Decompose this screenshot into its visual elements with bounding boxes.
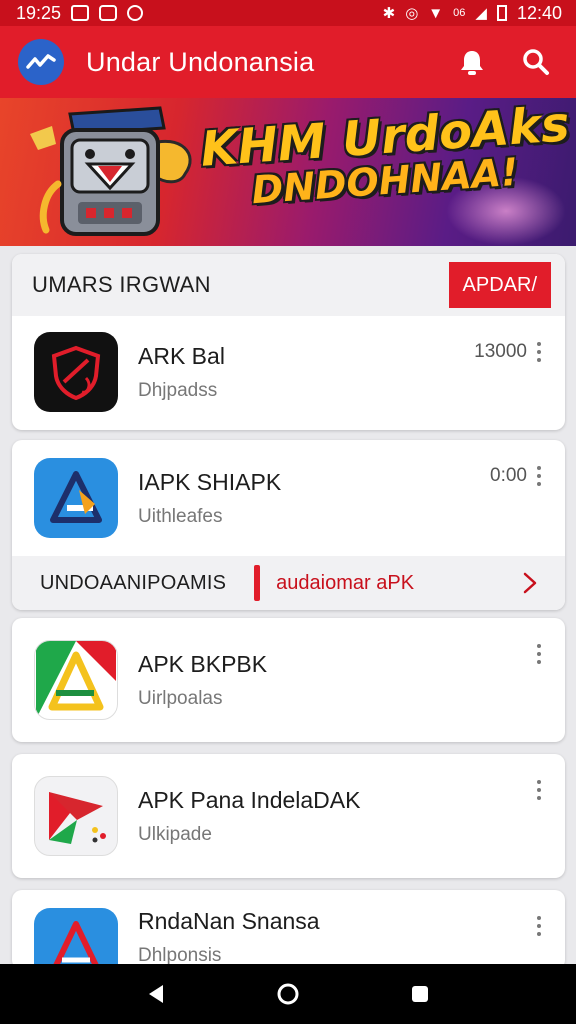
app-name: APK Pana IndelaDAK <box>138 786 361 813</box>
app-texts: APK BKPBK Uirlpoalas <box>138 651 543 710</box>
recents-square-icon <box>412 986 428 1002</box>
app-subtitle: Uirlpoalas <box>138 687 223 709</box>
vibrate-icon: ◎ <box>405 5 419 22</box>
signal-label: 06 <box>453 7 466 19</box>
more-options-icon[interactable] <box>533 464 545 488</box>
app-list-item[interactable]: IAPK SHIAPK Uithleafes 0:00 <box>12 440 565 556</box>
promo-divider <box>254 565 261 601</box>
app-subtitle: Uithleafes <box>138 505 223 527</box>
updates-card: UMARS IRGWAN APDAR/ ARK Bal Dhjpadss 130… <box>12 254 565 430</box>
app-list-item[interactable]: APK BKPBK Uirlpoalas <box>12 618 565 742</box>
app-card: RndaNan Snansa Dhlponsis <box>12 890 565 970</box>
app-list-item[interactable]: APK Pana IndelaDAK Ulkipade <box>12 754 565 878</box>
app-name: RndaNan Snansa <box>138 908 320 934</box>
search-icon <box>523 49 549 75</box>
app-meta: 13000 <box>474 340 545 364</box>
promo-label: UNDOAANIPOAMIS <box>40 571 227 594</box>
bluetooth-icon: ✱ <box>382 5 396 22</box>
chevron-right-icon[interactable] <box>517 570 543 596</box>
cell-signal-icon: ◢ <box>475 5 487 22</box>
app-meta <box>533 642 545 666</box>
app-card: APK Pana IndelaDAK Ulkipade <box>12 754 565 878</box>
status-right: ✱ ◎ ▼ 06 ◢ 12:40 <box>383 3 562 24</box>
section-header: UMARS IRGWAN APDAR/ <box>12 254 565 316</box>
notifications-button[interactable] <box>450 40 494 84</box>
app-list-item[interactable]: ARK Bal Dhjpadss 13000 <box>12 316 565 428</box>
status-time: 19:25 <box>16 2 62 23</box>
home-circle-icon <box>277 983 299 1005</box>
app-texts: RndaNan Snansa Dhlponsis <box>138 908 543 967</box>
status-left: 19:25 <box>16 2 144 24</box>
app-meta <box>533 778 545 802</box>
search-button[interactable] <box>514 40 558 84</box>
update-all-button[interactable]: APDAR/ <box>448 262 551 308</box>
robot-mascot-icon <box>30 106 192 236</box>
promo-row[interactable]: UNDOAANIPOAMIS audaiomar aPK <box>12 556 565 610</box>
home-button[interactable] <box>268 974 308 1014</box>
green-a-app-icon <box>34 640 118 720</box>
record-icon <box>127 5 144 21</box>
system-nav-bar <box>0 964 576 1024</box>
app-promo-card: IAPK SHIAPK Uithleafes 0:00 UNDOAANIPOAM… <box>12 440 565 610</box>
status-bar: 19:25 ✱ ◎ ▼ 06 ◢ 12:40 <box>0 0 576 26</box>
app-subtitle: Ulkipade <box>138 823 212 845</box>
promo-banner[interactable]: KHM UrdoAks DNDOHNAA! <box>0 98 576 246</box>
flag-app-icon <box>34 776 118 856</box>
app-time: 0:00 <box>490 465 527 486</box>
shield-app-icon <box>34 332 118 412</box>
app-card: APK BKPBK Uirlpoalas <box>12 618 565 742</box>
app-subtitle: Dhjpadss <box>138 379 218 401</box>
app-texts: APK Pana IndelaDAK Ulkipade <box>138 787 543 846</box>
more-options-icon[interactable] <box>533 340 545 364</box>
app-texts: IAPK SHIAPK Uithleafes <box>138 469 543 528</box>
more-options-icon[interactable] <box>533 914 545 938</box>
notification-icon <box>71 5 90 21</box>
back-button[interactable] <box>136 974 176 1014</box>
wifi-icon: ▼ <box>428 4 444 22</box>
app-name: APK BKPBK <box>138 650 268 677</box>
status-clock: 12:40 <box>516 2 562 23</box>
app-meta <box>533 914 545 938</box>
app-meta: 0:00 <box>490 464 545 488</box>
app-name: IAPK SHIAPK <box>138 468 282 495</box>
promo-link[interactable]: audaiomar aPK <box>276 572 517 595</box>
app-logo-icon[interactable] <box>18 39 64 85</box>
more-options-icon[interactable] <box>533 778 545 802</box>
back-triangle-icon <box>149 985 163 1003</box>
arrow-app-icon <box>34 458 118 538</box>
app-download-count: 13000 <box>474 341 527 362</box>
app-title: Undar Undonansia <box>86 46 315 77</box>
blue-a-app-icon <box>34 908 118 970</box>
recents-button[interactable] <box>400 974 440 1014</box>
app-notification-icon <box>99 5 118 21</box>
app-bar: Undar Undonansia <box>0 26 576 98</box>
banner-headline: KHM UrdoAks DNDOHNAA! <box>199 98 571 213</box>
app-list-item[interactable]: RndaNan Snansa Dhlponsis <box>12 890 565 970</box>
bell-icon <box>461 51 483 75</box>
section-title: UMARS IRGWAN <box>32 272 211 297</box>
more-options-icon[interactable] <box>533 642 545 666</box>
battery-icon <box>496 5 507 21</box>
